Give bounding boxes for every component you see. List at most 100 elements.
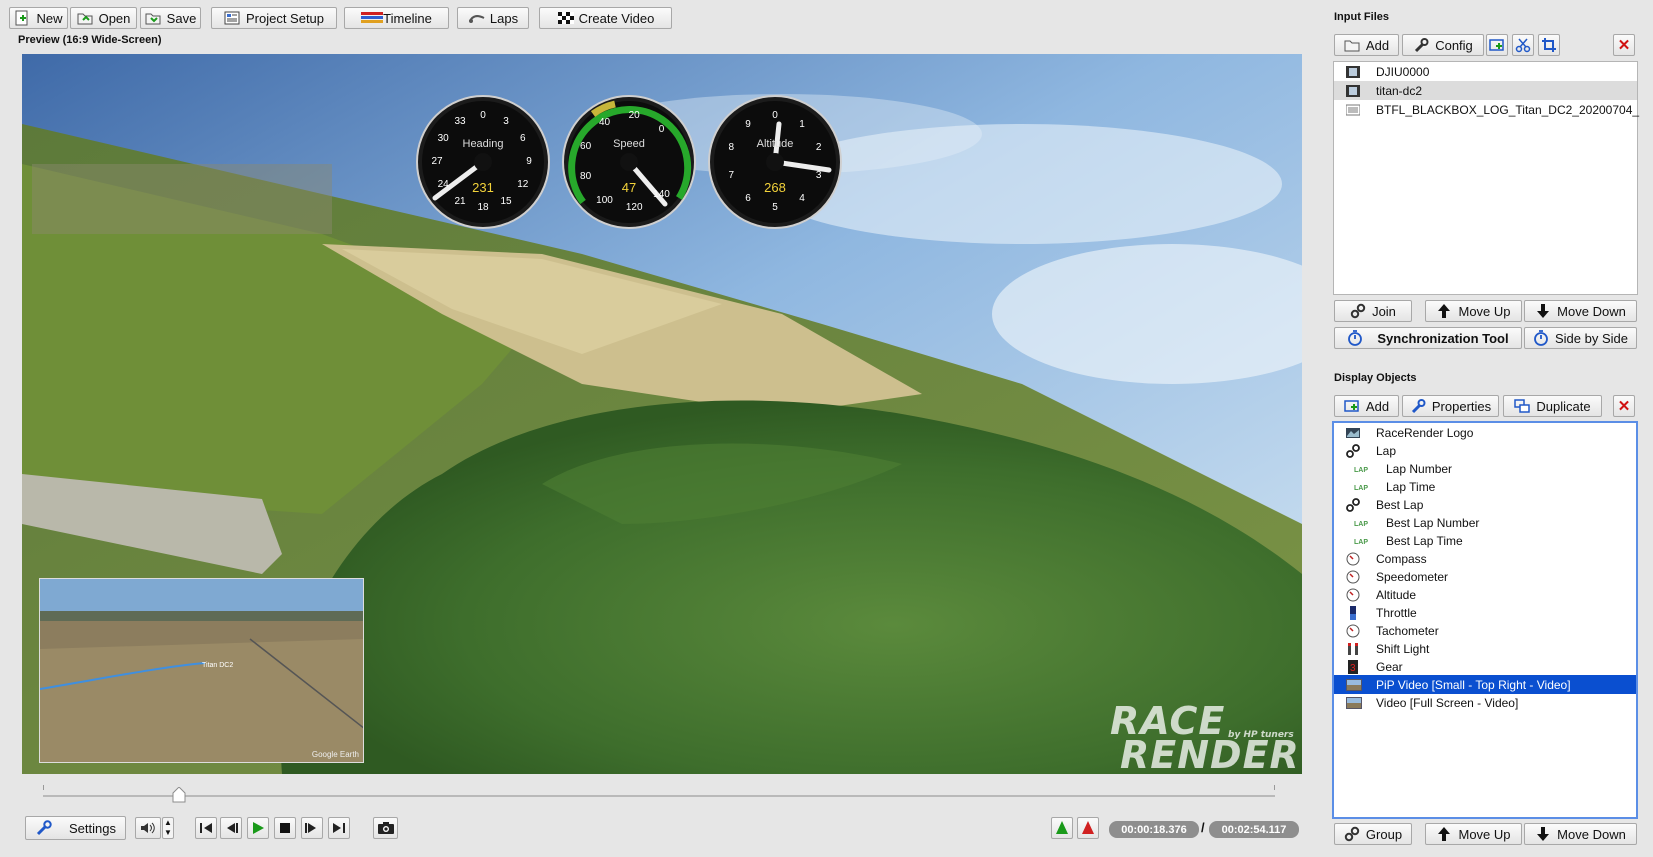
project-setup-button[interactable]: Project Setup xyxy=(211,7,337,29)
display-object-label: Tachometer xyxy=(1376,623,1439,638)
objects-move-down-button[interactable]: Move Down xyxy=(1524,823,1637,845)
altitude-tick-label: 4 xyxy=(799,193,805,205)
video-file-icon xyxy=(1346,84,1360,98)
heading-tick-label: 15 xyxy=(500,195,512,207)
snapshot-button[interactable] xyxy=(373,817,398,839)
objects-move-down-label: Move Down xyxy=(1557,826,1626,842)
step-forward-button[interactable] xyxy=(301,817,323,839)
svg-text:LAP: LAP xyxy=(1354,485,1368,492)
speed-tick-label: 40 xyxy=(598,117,611,129)
input-move-down-button[interactable]: Move Down xyxy=(1524,300,1637,322)
volume-down-icon[interactable]: ▼ xyxy=(163,828,173,838)
create-video-button[interactable]: Create Video xyxy=(539,7,672,29)
input-file-name: titan-dc2 xyxy=(1376,83,1423,98)
step-back-button[interactable] xyxy=(220,817,242,839)
project-setup-icon xyxy=(224,10,240,26)
pip-video[interactable]: Titan DC2 Google Earth xyxy=(39,578,364,763)
properties-button[interactable]: Properties xyxy=(1402,395,1499,417)
crop-button[interactable] xyxy=(1538,34,1560,56)
display-object-row[interactable]: Lap xyxy=(1334,441,1636,460)
new-button[interactable]: New xyxy=(9,7,68,29)
group-button[interactable]: Group xyxy=(1334,823,1412,845)
speed-tick-label: 20 xyxy=(628,110,640,122)
green-flag-icon xyxy=(1056,821,1068,834)
lap-icon: LAP xyxy=(1354,534,1368,548)
add-clip-icon xyxy=(1489,39,1504,51)
last-frame-button[interactable] xyxy=(328,817,350,839)
input-add-button[interactable]: Add xyxy=(1334,34,1399,56)
display-object-row[interactable]: Video [Full Screen - Video] xyxy=(1334,693,1636,712)
volume-button[interactable] xyxy=(135,817,161,839)
add-clip-button[interactable] xyxy=(1486,34,1508,56)
open-folder-icon xyxy=(77,10,93,26)
video-object-icon xyxy=(1346,696,1362,710)
chain-link-icon xyxy=(1350,303,1366,319)
stop-button[interactable] xyxy=(274,817,296,839)
display-objects-list[interactable]: RaceRender Logo Lap LAP Lap Number LAP Lap Ti… xyxy=(1332,421,1638,819)
cut-button[interactable] xyxy=(1512,34,1534,56)
volume-stepper[interactable]: ▲ ▼ xyxy=(162,817,174,839)
objects-add-button[interactable]: Add xyxy=(1334,395,1399,417)
display-object-row[interactable]: LAP Best Lap Number xyxy=(1334,513,1636,532)
altitude-tick-label: 8 xyxy=(728,141,735,153)
time-separator: / xyxy=(1201,820,1205,835)
display-object-row[interactable]: PiP Video [Small - Top Right - Video] xyxy=(1334,675,1636,694)
video-object-icon xyxy=(1346,678,1362,692)
volume-up-icon[interactable]: ▲ xyxy=(163,818,173,828)
svg-text:LAP: LAP xyxy=(1354,467,1368,474)
seek-tick-end xyxy=(1274,785,1275,790)
save-label: Save xyxy=(166,10,197,26)
input-file-row[interactable]: DJIU0000 xyxy=(1334,62,1637,81)
video-file-icon xyxy=(1346,65,1360,79)
mark-start-button[interactable] xyxy=(1051,817,1073,839)
display-object-row[interactable]: LAP Lap Time xyxy=(1334,477,1636,496)
display-object-row[interactable]: 3 Gear xyxy=(1334,657,1636,676)
join-button[interactable]: Join xyxy=(1334,300,1412,322)
laps-button[interactable]: Laps xyxy=(457,7,529,29)
speed-tick-label: 100 xyxy=(596,194,613,206)
remove-x-icon: ✕ xyxy=(1617,397,1631,415)
display-object-row[interactable]: LAP Best Lap Time xyxy=(1334,531,1636,550)
sync-tool-button[interactable]: Synchronization Tool xyxy=(1334,327,1522,349)
input-remove-button[interactable]: ✕ xyxy=(1613,34,1635,56)
display-object-row[interactable]: Best Lap xyxy=(1334,495,1636,514)
link-icon xyxy=(1346,443,1360,458)
timeline-button[interactable]: Timeline xyxy=(344,7,449,29)
settings-button[interactable]: Settings xyxy=(25,816,126,840)
input-file-row[interactable]: BTFL_BLACKBOX_LOG_Titan_DC2_20200704_ xyxy=(1334,100,1639,119)
properties-wrench-icon xyxy=(1410,398,1426,414)
skip-end-icon xyxy=(333,823,345,833)
objects-move-up-button[interactable]: Move Up xyxy=(1425,823,1522,845)
arrow-up-icon xyxy=(1436,826,1452,842)
display-object-row[interactable]: LAP Lap Number xyxy=(1334,459,1636,478)
duplicate-button[interactable]: Duplicate xyxy=(1503,395,1602,417)
display-object-row[interactable]: Shift Light xyxy=(1334,639,1636,658)
display-object-row[interactable]: Throttle xyxy=(1334,603,1636,622)
input-config-button[interactable]: Config xyxy=(1402,34,1484,56)
gauge-icon xyxy=(1346,588,1360,602)
save-button[interactable]: Save xyxy=(140,7,201,29)
display-object-row[interactable]: Compass xyxy=(1334,549,1636,568)
display-object-row[interactable]: Altitude xyxy=(1334,585,1636,604)
preview-title: Preview (16:9 Wide-Screen) xyxy=(18,34,162,46)
altitude-gauge-value: 268 xyxy=(764,180,786,195)
altitude-tick-label: 6 xyxy=(745,193,751,205)
play-button[interactable] xyxy=(247,817,269,839)
open-button[interactable]: Open xyxy=(70,7,137,29)
speed-tick-label: 0 xyxy=(658,123,665,135)
display-object-row[interactable]: Speedometer xyxy=(1334,567,1636,586)
input-move-up-button[interactable]: Move Up xyxy=(1425,300,1522,322)
display-object-row[interactable]: RaceRender Logo xyxy=(1334,423,1636,442)
seek-track[interactable] xyxy=(43,795,1275,797)
input-file-row[interactable]: titan-dc2 xyxy=(1334,81,1637,100)
input-files-list[interactable]: DJIU0000 titan-dc2 BTFL_BLACKBOX_LOG_Tit… xyxy=(1333,61,1639,295)
gauge-icon xyxy=(1346,552,1360,566)
display-object-row[interactable]: Tachometer xyxy=(1334,621,1636,640)
seek-thumb[interactable] xyxy=(172,786,186,803)
objects-remove-button[interactable]: ✕ xyxy=(1613,395,1635,417)
first-frame-button[interactable] xyxy=(195,817,217,839)
video-preview[interactable]: Heading 231 0 3 6 9 12 15 18 21 24 27 30 33 Speed 4… xyxy=(22,54,1302,774)
side-by-side-button[interactable]: Side by Side xyxy=(1524,327,1637,349)
mark-end-button[interactable] xyxy=(1077,817,1099,839)
heading-tick-label: 30 xyxy=(437,133,449,144)
